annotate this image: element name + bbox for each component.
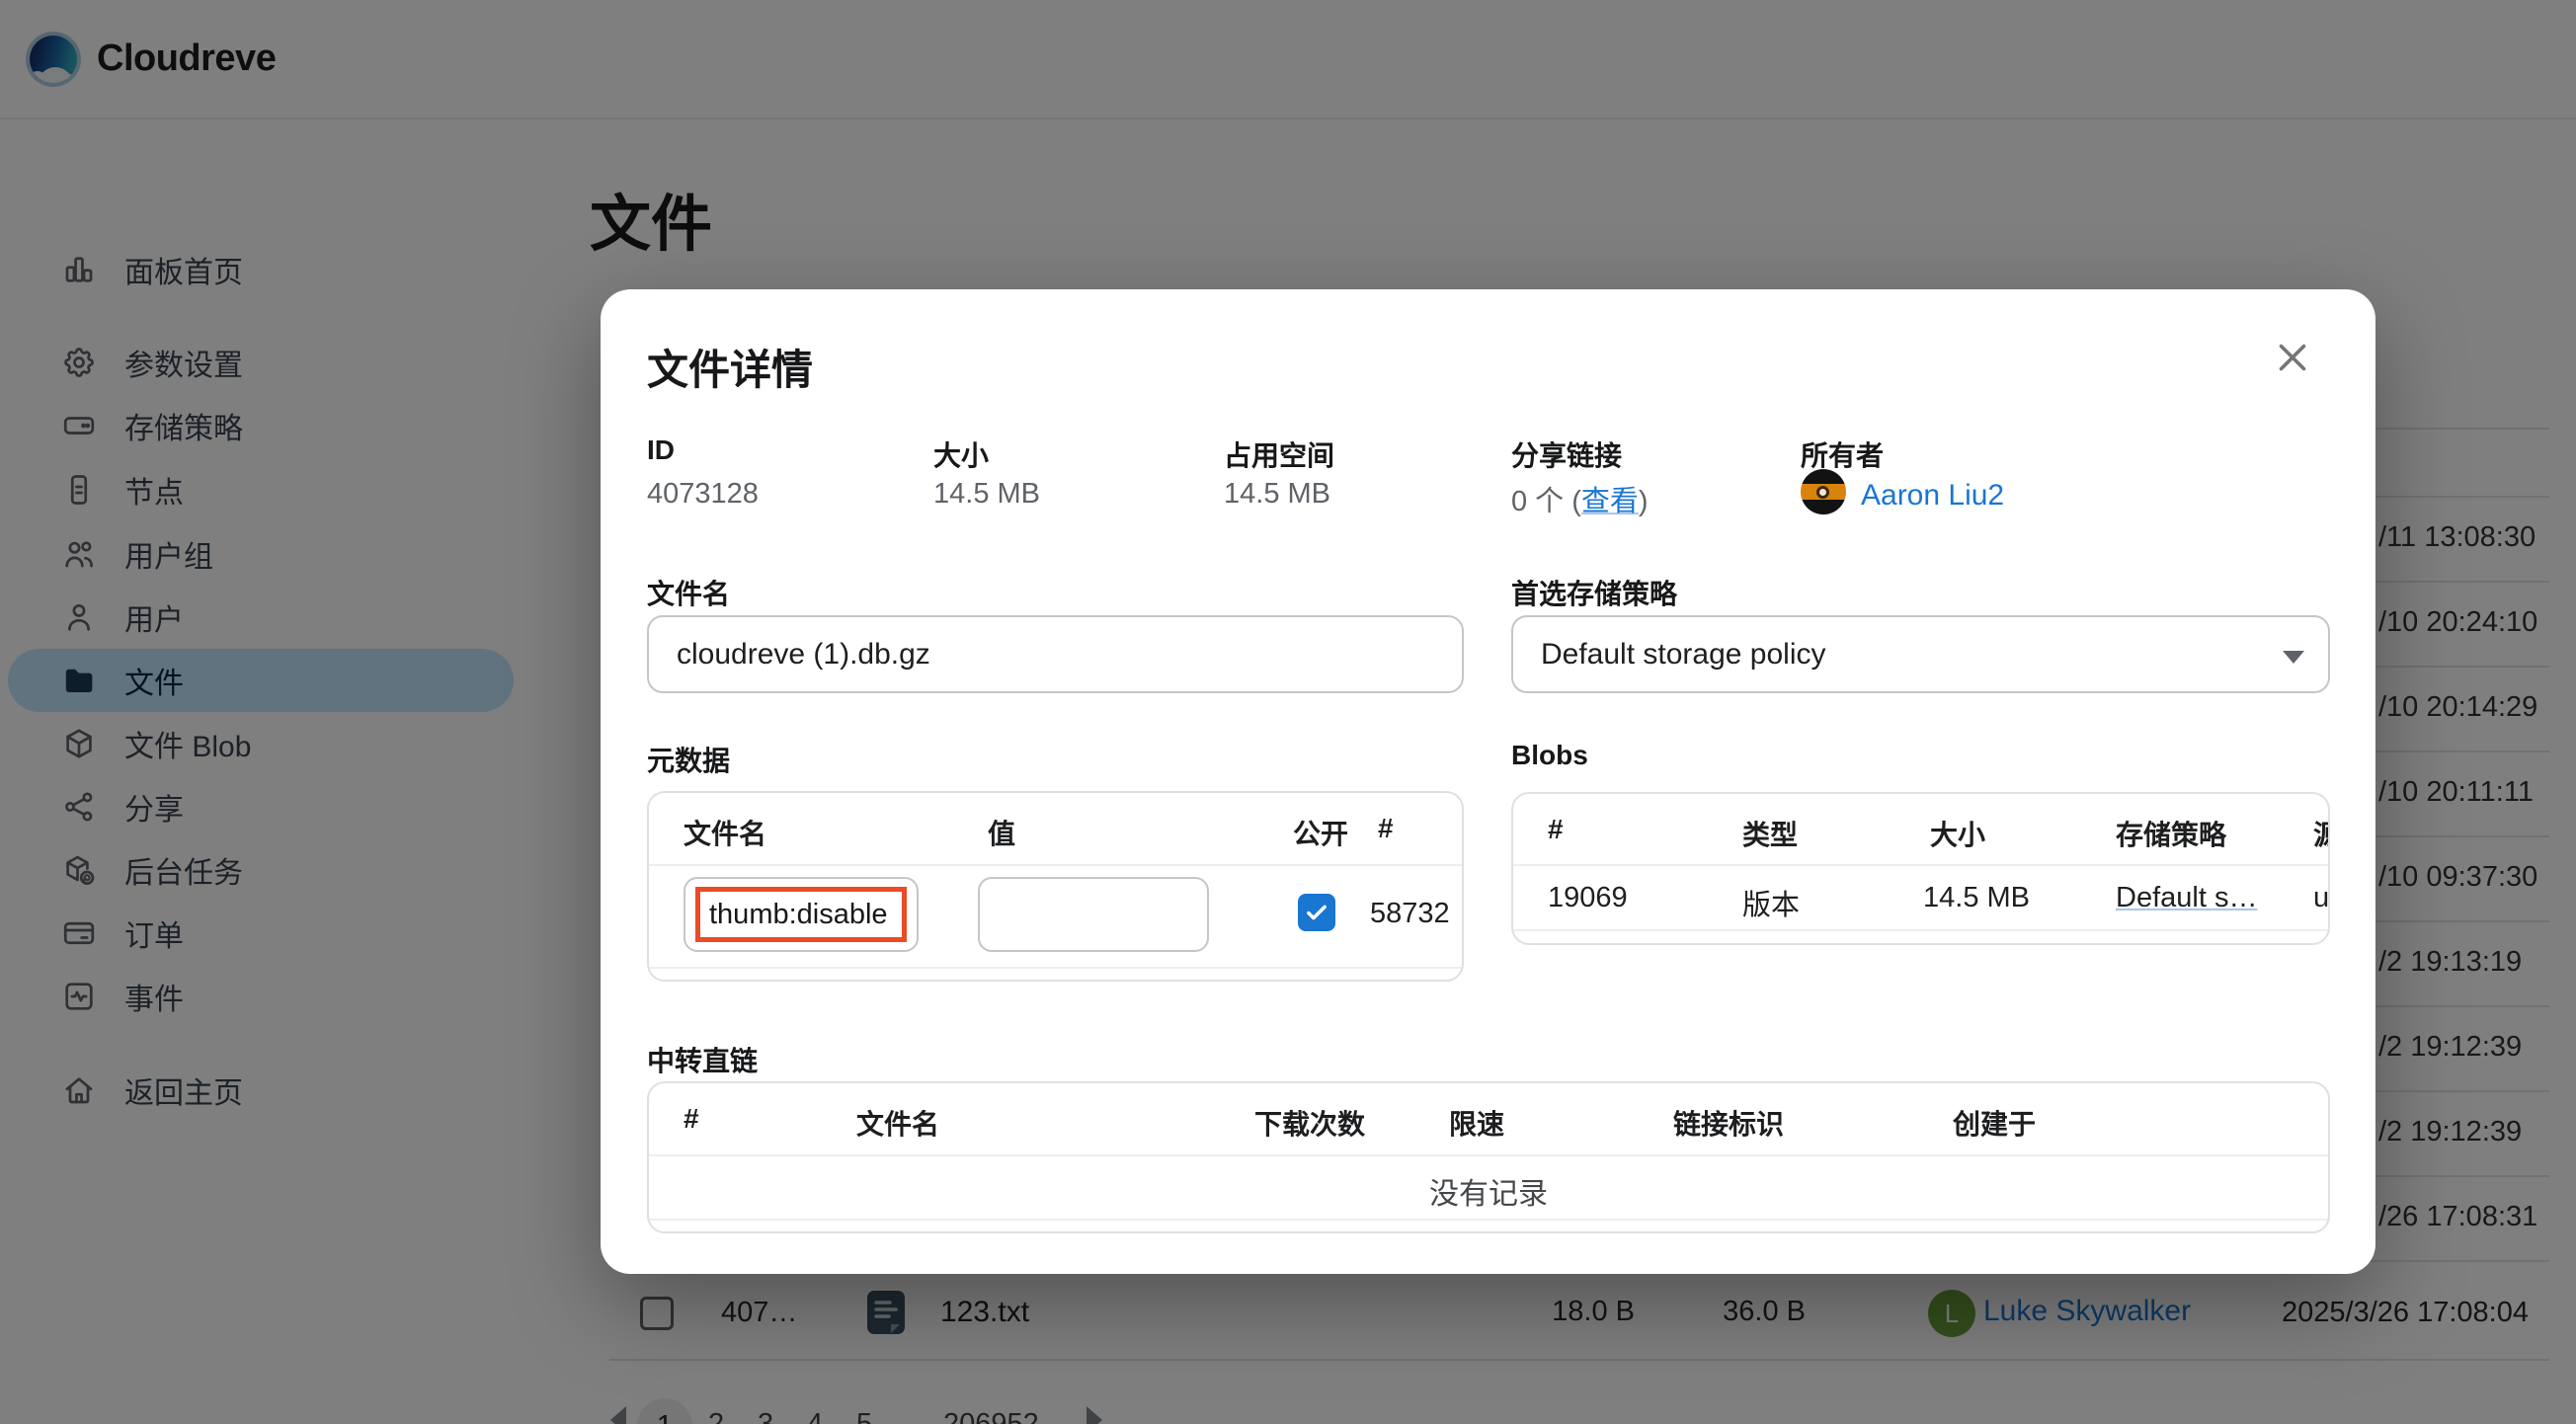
storage-policy-select[interactable]: Default storage policy xyxy=(1511,615,2330,693)
column-header: # xyxy=(684,1103,699,1135)
direct-links-table: # 文件名 下载次数 限速 链接标识 创建于 没有记录 xyxy=(647,1081,2330,1233)
column-header: 存储策略 xyxy=(2116,814,2226,853)
filename-input[interactable]: cloudreve (1).db.gz xyxy=(647,615,1464,693)
info-share-value: 0 个 (查看) xyxy=(1511,478,1649,519)
chevron-down-icon xyxy=(2283,651,2304,664)
owner-link[interactable]: Aaron Liu2 xyxy=(1861,479,2004,513)
file-details-dialog: 文件详情 ID 4073128 大小 14.5 MB 占用空间 14.5 MB … xyxy=(601,289,2375,1274)
filename-label: 文件名 xyxy=(647,573,730,612)
screen: Cloudreve 面板首页 参数设置 存储策略 节点 用户组 用户 xyxy=(0,0,2576,1424)
blobs-section-label: Blobs xyxy=(1511,740,1588,771)
blob-policy-link[interactable]: Default s… xyxy=(2116,882,2257,914)
metadata-table: 文件名 值 公开 # thumb:disable 58732 xyxy=(647,791,1464,982)
column-header: 限速 xyxy=(1449,1103,1504,1143)
column-header: 源 xyxy=(2313,814,2330,853)
table-divider xyxy=(649,967,1462,969)
blob-id: 19069 xyxy=(1548,882,1628,914)
column-header: 值 xyxy=(988,813,1015,852)
metadata-key-highlight: thumb:disable xyxy=(695,887,907,942)
close-icon[interactable] xyxy=(2268,333,2317,382)
info-size-value: 14.5 MB xyxy=(933,478,1040,511)
column-header: 文件名 xyxy=(684,813,766,852)
empty-table-message: 没有记录 xyxy=(649,1169,2328,1213)
info-space-label: 占用空间 xyxy=(1224,435,1334,474)
info-id-value: 4073128 xyxy=(647,478,759,511)
info-id-label: ID xyxy=(647,435,675,466)
table-divider xyxy=(649,1219,2328,1221)
blob-type: 版本 xyxy=(1742,882,1800,923)
blob-source: u xyxy=(2313,882,2329,914)
column-header: 下载次数 xyxy=(1254,1103,1365,1143)
direct-links-section-label: 中转直链 xyxy=(647,1040,758,1079)
metadata-section-label: 元数据 xyxy=(647,740,730,779)
metadata-value-input[interactable] xyxy=(978,877,1209,952)
column-header: 链接标识 xyxy=(1673,1103,1784,1143)
column-header: 类型 xyxy=(1742,814,1798,853)
dialog-title: 文件详情 xyxy=(647,337,813,397)
metadata-key-input[interactable]: thumb:disable xyxy=(684,877,919,952)
table-divider xyxy=(649,1154,2328,1156)
column-header: 创建于 xyxy=(1953,1103,2036,1143)
public-checkbox[interactable] xyxy=(1298,894,1335,931)
info-share-label: 分享链接 xyxy=(1511,435,1622,474)
column-header: # xyxy=(1378,813,1394,844)
info-owner-label: 所有者 xyxy=(1801,435,1884,474)
view-shares-link[interactable]: 查看 xyxy=(1581,486,1639,517)
owner-avatar xyxy=(1801,469,1846,514)
column-header: 公开 xyxy=(1293,813,1348,852)
table-divider xyxy=(649,864,1462,866)
info-size-label: 大小 xyxy=(933,435,989,474)
metadata-id: 58732 xyxy=(1370,898,1450,930)
table-divider xyxy=(1513,864,2328,866)
info-space-value: 14.5 MB xyxy=(1224,478,1330,511)
column-header: # xyxy=(1548,814,1564,845)
column-header: 文件名 xyxy=(856,1103,939,1143)
table-divider xyxy=(1513,929,2328,931)
blobs-table: # 类型 大小 存储策略 源 19069 版本 14.5 MB Default … xyxy=(1511,792,2330,945)
storage-policy-label: 首选存储策略 xyxy=(1511,573,1677,612)
blob-size: 14.5 MB xyxy=(1923,882,2030,914)
column-header: 大小 xyxy=(1930,814,1985,853)
